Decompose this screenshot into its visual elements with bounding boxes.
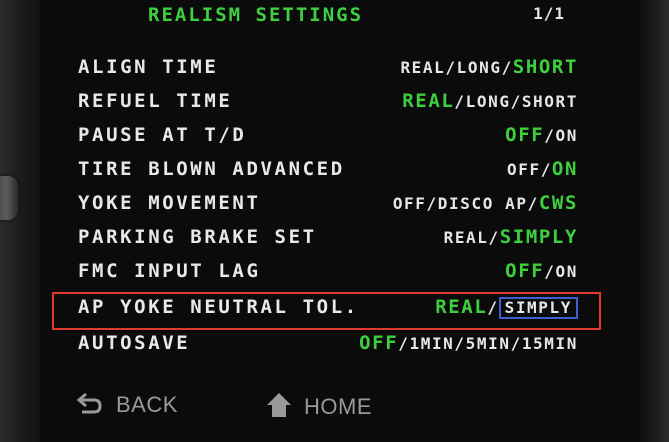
option-separator: / xyxy=(527,194,539,213)
option-separator: / xyxy=(454,334,466,353)
option[interactable]: LONG xyxy=(466,92,511,111)
home-button[interactable]: HOME xyxy=(266,392,372,424)
option-separator: / xyxy=(544,126,556,145)
option-separator: / xyxy=(488,228,500,247)
option[interactable]: OFF xyxy=(393,194,427,213)
option[interactable]: DISCO AP xyxy=(438,194,528,213)
setting-options: OFF/1MIN/5MIN/15MIN xyxy=(359,332,578,354)
setting-row[interactable]: TIRE BLOWN ADVANCED OFF/ON xyxy=(78,158,578,188)
setting-row[interactable]: ALIGN TIME REAL/LONG/SHORT xyxy=(78,56,578,86)
option[interactable]: ON xyxy=(556,126,578,145)
setting-row[interactable]: PARKING BRAKE SET REAL/SIMPLY xyxy=(78,226,578,256)
option[interactable]: 1MIN xyxy=(409,334,454,353)
back-button[interactable]: BACK xyxy=(76,392,178,422)
option[interactable]: REAL xyxy=(400,58,445,77)
option-separator: / xyxy=(544,262,556,281)
option-separator: / xyxy=(398,334,410,353)
setting-options: REAL/SIMPLY xyxy=(444,226,578,248)
home-label: HOME xyxy=(304,394,372,419)
setting-label: PAUSE AT T/D xyxy=(78,124,247,146)
page-title: REALISM SETTINGS xyxy=(148,4,364,26)
option[interactable]: 15MIN xyxy=(522,334,578,353)
setting-row[interactable]: YOKE MOVEMENT OFF/DISCO AP/CWS xyxy=(78,192,578,222)
option[interactable]: REAL xyxy=(444,228,489,247)
setting-row[interactable]: AUTOSAVE OFF/1MIN/5MIN/15MIN xyxy=(78,332,578,362)
option-separator: / xyxy=(445,58,457,77)
option-selected[interactable]: OFF xyxy=(505,124,544,146)
setting-label: TIRE BLOWN ADVANCED xyxy=(78,158,345,180)
bezel-knob[interactable] xyxy=(0,176,18,220)
setting-options: OFF/ON xyxy=(505,260,578,282)
option-selected[interactable]: SHORT xyxy=(513,56,578,78)
option-separator: / xyxy=(510,92,522,111)
setting-label: REFUEL TIME xyxy=(78,90,233,112)
setting-label: PARKING BRAKE SET xyxy=(78,226,317,248)
home-icon xyxy=(266,392,292,424)
setting-label: AUTOSAVE xyxy=(78,332,191,354)
option[interactable]: OFF xyxy=(507,160,541,179)
option-selected[interactable]: OFF xyxy=(505,260,544,282)
back-label: BACK xyxy=(116,392,178,417)
page-number: 1/1 xyxy=(533,4,565,23)
option-separator: / xyxy=(501,58,513,77)
back-arrow-icon xyxy=(76,392,104,422)
setting-row[interactable]: FMC INPUT LAG OFF/ON xyxy=(78,260,578,290)
setting-label: YOKE MOVEMENT xyxy=(78,192,261,214)
setting-options: REAL/LONG/SHORT xyxy=(402,90,578,112)
selected-row-highlight xyxy=(52,292,601,330)
setting-row[interactable]: REFUEL TIME REAL/LONG/SHORT xyxy=(78,90,578,120)
option[interactable]: ON xyxy=(556,262,578,281)
option-selected[interactable]: ON xyxy=(552,158,578,180)
option-separator: / xyxy=(540,160,552,179)
option-selected[interactable]: OFF xyxy=(359,332,398,354)
setting-options: OFF/ON xyxy=(505,124,578,146)
setting-label: FMC INPUT LAG xyxy=(78,260,261,282)
setting-options: REAL/LONG/SHORT xyxy=(400,56,578,78)
option-separator: / xyxy=(454,92,466,111)
option-selected[interactable]: CWS xyxy=(539,192,578,214)
option[interactable]: LONG xyxy=(457,58,502,77)
setting-options: OFF/DISCO AP/CWS xyxy=(393,192,578,214)
option-separator: / xyxy=(510,334,522,353)
option-selected[interactable]: SIMPLY xyxy=(500,226,578,248)
setting-row[interactable]: PAUSE AT T/D OFF/ON xyxy=(78,124,578,154)
setting-label: ALIGN TIME xyxy=(78,56,219,78)
option-separator: / xyxy=(426,194,438,213)
setting-options: OFF/ON xyxy=(507,158,578,180)
option[interactable]: SHORT xyxy=(522,92,578,111)
option[interactable]: 5MIN xyxy=(466,334,511,353)
option-selected[interactable]: REAL xyxy=(402,90,454,112)
